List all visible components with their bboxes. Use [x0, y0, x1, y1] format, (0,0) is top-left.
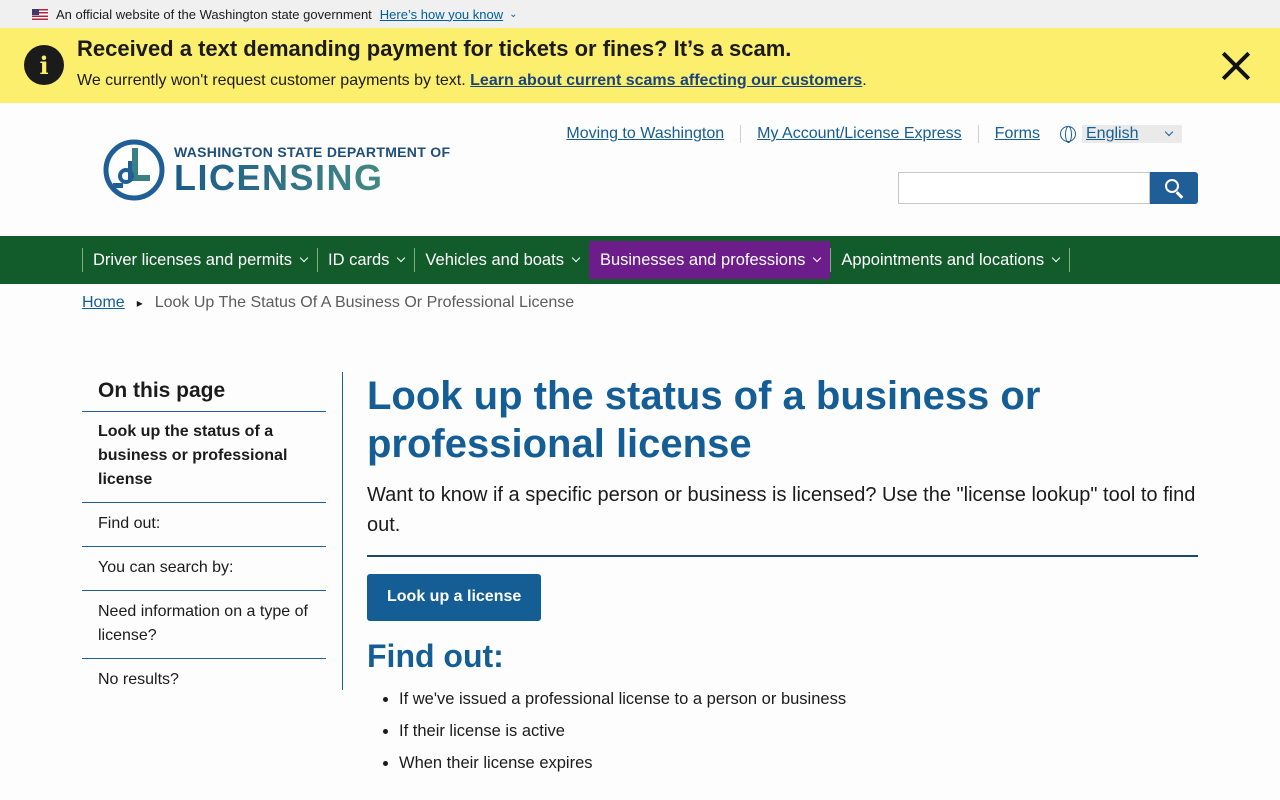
sidenav-item-look-up[interactable]: Look up the status of a business or prof… — [82, 412, 326, 503]
gov-banner-text: An official website of the Washington st… — [56, 6, 372, 22]
forms-link[interactable]: Forms — [979, 125, 1040, 143]
search-input[interactable] — [898, 172, 1150, 204]
sidenav-item-no-results[interactable]: No results? — [82, 659, 326, 702]
find-out-heading: Find out: — [367, 638, 504, 674]
chevron-down-icon — [299, 253, 309, 263]
main-content: Look up the status of a business or prof… — [367, 372, 1198, 779]
globe-icon — [1060, 126, 1076, 143]
sidenav-divider — [342, 372, 343, 690]
info-icon: i — [24, 45, 64, 85]
nav-appointments-locations[interactable]: Appointments and locations — [830, 248, 1071, 272]
chevron-down-icon — [813, 253, 822, 263]
chevron-down-icon — [397, 253, 406, 263]
alert-text: We currently won't request customer paym… — [77, 72, 867, 89]
my-account-link[interactable]: My Account/License Express — [741, 125, 979, 143]
site-header: WASHINGTON STATE DEPARTMENT OF LICENSING… — [0, 103, 1280, 236]
divider — [367, 555, 1198, 557]
intro-text: Want to know if a specific person or bus… — [367, 484, 1196, 536]
list-item: If their license is active — [399, 715, 1198, 747]
moving-to-washington-link[interactable]: Moving to Washington — [550, 125, 742, 143]
site-search — [898, 172, 1198, 204]
page-title: Look up the status of a business or prof… — [367, 374, 1041, 466]
logo-line-2: LICENSING — [174, 160, 450, 196]
search-button[interactable] — [1150, 172, 1198, 204]
scam-alert: i Received a text demanding payment for … — [0, 28, 1280, 103]
nav-id-cards[interactable]: ID cards — [316, 248, 414, 272]
sidenav-item-find-out[interactable]: Find out: — [82, 503, 326, 547]
close-icon[interactable] — [1220, 50, 1252, 82]
chevron-down-icon — [571, 253, 581, 263]
alert-title: Received a text demanding payment for ti… — [77, 36, 792, 61]
nav-driver-licenses[interactable]: Driver licenses and permits — [82, 248, 317, 272]
breadcrumb-current: Look Up The Status Of A Business Or Prof… — [154, 294, 575, 311]
chevron-down-icon — [1164, 127, 1174, 137]
chevron-down-icon — [1051, 253, 1061, 263]
sidenav-item-license-type[interactable]: Need information on a type of license? — [82, 591, 326, 659]
sidenav-heading: On this page — [82, 372, 326, 412]
list-item: When their license expires — [399, 747, 1198, 779]
list-item: If we've issued a professional license t… — [399, 683, 1198, 715]
language-select[interactable]: English — [1082, 125, 1182, 143]
chevron-right-icon: ▸ — [136, 296, 143, 310]
breadcrumb-home[interactable]: Home — [82, 294, 125, 312]
nav-businesses-professions[interactable]: Businesses and professions — [588, 241, 831, 279]
dol-logo[interactable]: WASHINGTON STATE DEPARTMENT OF LICENSING — [103, 139, 450, 201]
language-selector[interactable]: English — [1060, 125, 1182, 143]
nav-vehicles-boats[interactable]: Vehicles and boats — [414, 248, 589, 272]
us-flag-icon — [32, 8, 48, 20]
sidenav-item-search-by[interactable]: You can search by: — [82, 547, 326, 591]
on-this-page-nav: On this page Look up the status of a bus… — [82, 372, 326, 702]
chevron-down-icon[interactable]: ⌄ — [509, 9, 517, 20]
gov-banner: An official website of the Washington st… — [0, 0, 1280, 28]
main-nav: Driver licenses and permits ID cards Veh… — [0, 236, 1280, 284]
heres-how-you-know-link[interactable]: Here’s how you know — [380, 7, 503, 22]
utility-links: Moving to Washington My Account/License … — [550, 125, 1182, 143]
breadcrumb: Home ▸ Look Up The Status Of A Business … — [82, 294, 574, 312]
look-up-license-button[interactable]: Look up a license — [367, 574, 542, 621]
search-icon — [1165, 179, 1179, 193]
find-out-list: If we've issued a professional license t… — [367, 683, 1198, 779]
scams-link[interactable]: Learn about current scams affecting our … — [470, 72, 862, 89]
dol-logo-mark — [103, 139, 165, 201]
